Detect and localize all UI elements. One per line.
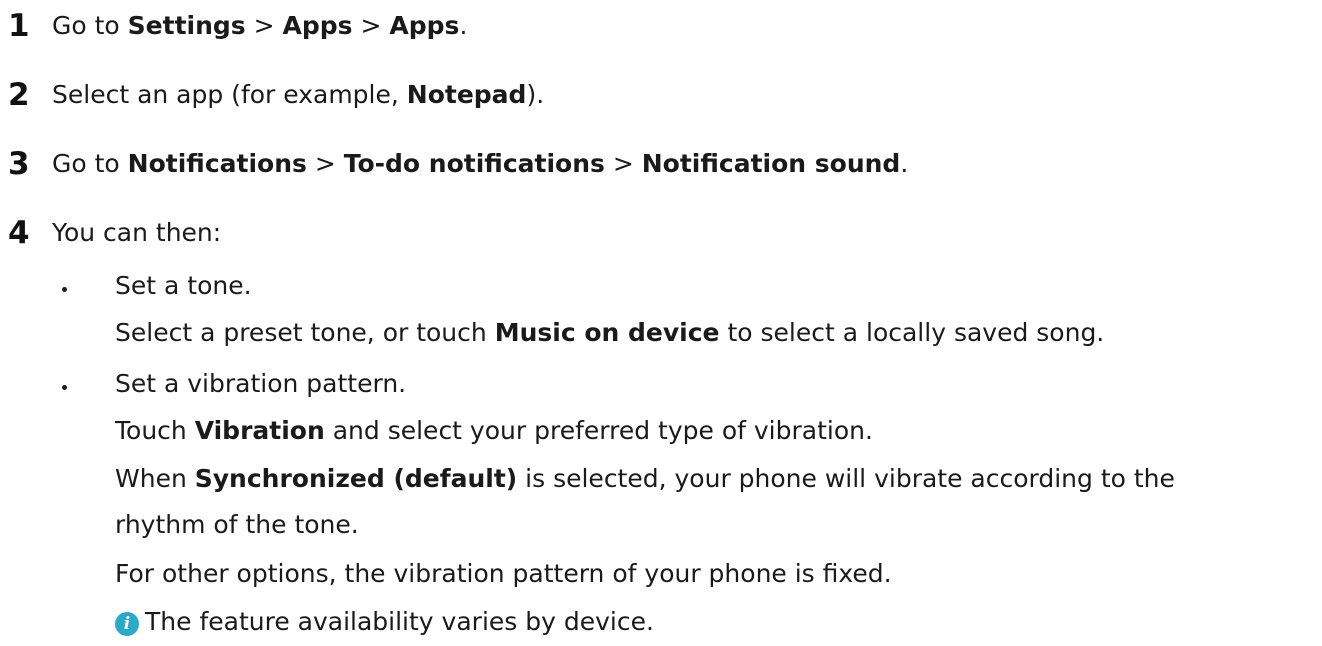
step-number: 4 xyxy=(8,215,30,251)
bullet-dot-icon xyxy=(62,385,67,390)
step-text: Select an app (for example, Notepad). xyxy=(52,80,545,109)
instructions-document: 1 Go to Settings > Apps > Apps. 2 Select… xyxy=(0,0,1322,646)
info-icon: i xyxy=(115,612,139,636)
step-3: 3 Go to Notifications > To-do notificati… xyxy=(0,140,908,188)
step-text: Go to Notifications > To-do notification… xyxy=(52,149,909,178)
bullet-dot-icon xyxy=(62,287,67,292)
step-number: 2 xyxy=(8,77,30,113)
step-number: 3 xyxy=(8,146,30,182)
bullet-detail-line: rhythm of the tone. xyxy=(115,510,359,539)
bullet-detail-line: Touch Vibration and select your preferre… xyxy=(115,416,873,445)
step-1: 1 Go to Settings > Apps > Apps. xyxy=(0,2,467,50)
bullet-detail-line: When Synchronized (default) is selected,… xyxy=(115,464,1175,493)
bullet-title: Set a vibration pattern. xyxy=(115,369,407,398)
note-text: The feature availability varies by devic… xyxy=(145,607,654,636)
bullet-title: Set a tone. xyxy=(115,271,252,300)
step-text: You can then: xyxy=(52,218,222,247)
bullet-detail-line: For other options, the vibration pattern… xyxy=(115,559,892,588)
bullet-detail-line: Select a preset tone, or touch Music on … xyxy=(115,318,1105,347)
step-2: 2 Select an app (for example, Notepad). xyxy=(0,71,544,119)
step-text: Go to Settings > Apps > Apps. xyxy=(52,11,468,40)
bullet-item-vibration: Set a vibration pattern. xyxy=(0,360,1322,408)
bullet-item-set-tone: Set a tone. xyxy=(0,262,1322,310)
step-4: 4 You can then: xyxy=(0,209,221,257)
step-number: 1 xyxy=(8,8,30,44)
info-note: i The feature availability varies by dev… xyxy=(115,598,654,646)
